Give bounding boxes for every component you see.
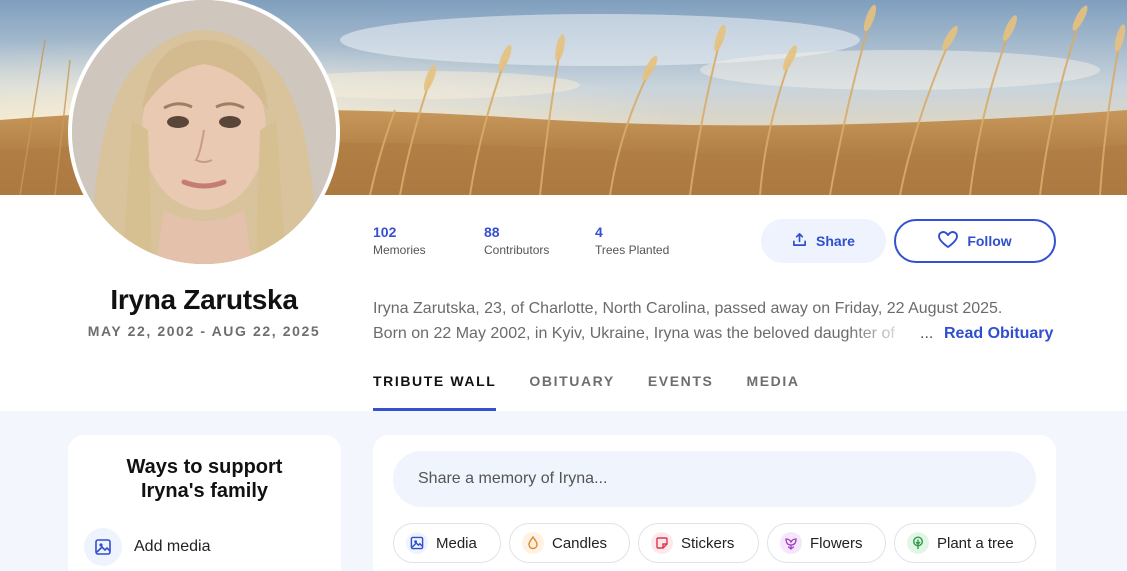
support-card: Ways to support Iryna's family Add media	[68, 435, 341, 571]
stat-value: 4	[595, 224, 603, 240]
read-obituary-link[interactable]: Read Obituary	[944, 321, 1053, 346]
heart-icon	[938, 230, 959, 252]
tree-icon	[907, 532, 929, 554]
follow-label: Follow	[967, 233, 1012, 249]
add-media-label: Add media	[134, 538, 211, 555]
stat-value: 102	[373, 224, 397, 240]
share-button[interactable]: Share	[761, 219, 886, 263]
add-media-button[interactable]: Add media	[84, 528, 211, 566]
stat-trees-planted[interactable]: 4 Trees Planted	[595, 224, 669, 259]
chip-label: Flowers	[810, 534, 863, 552]
chip-label: Plant a tree	[937, 534, 1014, 552]
tab-bar: TRIBUTE WALL OBITUARY EVENTS MEDIA	[373, 372, 833, 411]
bio-line-2: Born on 22 May 2002, in Kyiv, Ukraine, I…	[373, 325, 895, 342]
candle-icon	[522, 532, 544, 554]
stat-contributors[interactable]: 88 Contributors	[484, 224, 549, 259]
flowers-chip[interactable]: Flowers	[767, 523, 886, 563]
bio-line-1: Iryna Zarutska, 23, of Charlotte, North …	[373, 300, 1003, 317]
share-label: Share	[816, 233, 855, 249]
life-dates: MAY 22, 2002 - AUG 22, 2025	[87, 323, 321, 339]
stat-label: Trees Planted	[595, 243, 670, 257]
share-memory-input[interactable]	[393, 451, 1036, 507]
obituary-excerpt: Iryna Zarutska, 23, of Charlotte, North …	[373, 296, 1063, 346]
sticker-icon	[651, 532, 673, 554]
stat-label: Contributors	[484, 243, 550, 257]
chip-label: Stickers	[681, 534, 735, 552]
post-composer: Media Candles Stickers Flowers Plant a t…	[373, 435, 1056, 571]
bio-ellipsis: ...	[920, 325, 934, 342]
upload-icon	[792, 232, 807, 250]
stat-memories[interactable]: 102 Memories	[373, 224, 426, 259]
flower-icon	[780, 532, 802, 554]
image-icon	[84, 528, 122, 566]
support-title: Ways to support Iryna's family	[68, 455, 341, 503]
candles-chip[interactable]: Candles	[509, 523, 630, 563]
chip-label: Candles	[552, 534, 608, 552]
tab-obituary[interactable]: OBITUARY	[529, 372, 614, 411]
support-title-line-2: Iryna's family	[140, 480, 269, 502]
tab-tribute-wall[interactable]: TRIBUTE WALL	[373, 372, 497, 411]
portrait-image	[72, 0, 336, 264]
image-icon	[406, 532, 428, 554]
stat-label: Memories	[373, 243, 426, 257]
follow-button[interactable]: Follow	[894, 219, 1056, 263]
tab-media[interactable]: MEDIA	[746, 372, 799, 411]
profile-photo	[68, 0, 340, 268]
media-chip[interactable]: Media	[393, 523, 501, 563]
support-title-line-1: Ways to support	[126, 456, 283, 478]
plant-tree-chip[interactable]: Plant a tree	[894, 523, 1036, 563]
stickers-chip[interactable]: Stickers	[638, 523, 759, 563]
chip-label: Media	[436, 534, 477, 552]
person-name: Iryna Zarutska	[110, 284, 298, 315]
tab-events[interactable]: EVENTS	[648, 372, 714, 411]
stat-value: 88	[484, 224, 500, 240]
